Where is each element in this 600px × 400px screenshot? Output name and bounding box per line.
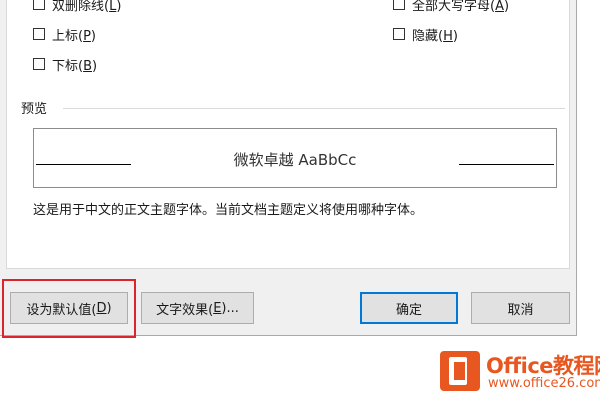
office-logo-icon bbox=[440, 351, 480, 391]
all-caps-option[interactable]: 全部大写字母(A) bbox=[393, 0, 509, 14]
font-dialog-content: 双删除线(L) 上标(P) 下标(B) 全部大写字母(A) 隐藏(H) 预览 微… bbox=[6, 0, 570, 269]
preview-description: 这是用于中文的正文主题字体。当前文档主题定义将使用哪种字体。 bbox=[33, 203, 424, 218]
preview-section-divider bbox=[63, 108, 565, 109]
all-caps-label: 全部大写字母(A) bbox=[412, 0, 510, 14]
all-caps-checkbox[interactable] bbox=[393, 0, 405, 10]
subscript-label: 下标(B) bbox=[52, 58, 98, 74]
preview-sample-text: 微软卓越 AaBbCc bbox=[233, 151, 357, 169]
double-strikethrough-option[interactable]: 双删除线(L) bbox=[33, 0, 121, 14]
subscript-checkbox[interactable] bbox=[33, 58, 45, 70]
font-preview-box: 微软卓越 AaBbCc bbox=[33, 128, 557, 188]
hidden-label: 隐藏(H) bbox=[412, 28, 458, 44]
double-strikethrough-label: 双删除线(L) bbox=[52, 0, 122, 14]
superscript-checkbox[interactable] bbox=[33, 28, 45, 40]
set-default-button[interactable]: 设为默认值(D) bbox=[10, 292, 128, 324]
cancel-button[interactable]: 取消 bbox=[471, 292, 570, 324]
preview-baseline-right bbox=[459, 164, 554, 165]
watermark-url: www.office26.com bbox=[488, 376, 600, 391]
superscript-option[interactable]: 上标(P) bbox=[33, 24, 96, 44]
hidden-option[interactable]: 隐藏(H) bbox=[393, 24, 458, 44]
superscript-label: 上标(P) bbox=[52, 28, 96, 44]
hidden-checkbox[interactable] bbox=[393, 28, 405, 40]
subscript-option[interactable]: 下标(B) bbox=[33, 54, 97, 74]
ok-button[interactable]: 确定 bbox=[360, 292, 458, 324]
double-strikethrough-checkbox[interactable] bbox=[33, 0, 45, 10]
preview-section-title: 预览 bbox=[21, 102, 48, 117]
site-watermark: Office教程网 www.office26.com bbox=[438, 349, 600, 397]
text-effects-button[interactable]: 文字效果(E)... bbox=[141, 292, 254, 324]
font-dialog: 双删除线(L) 上标(P) 下标(B) 全部大写字母(A) 隐藏(H) 预览 微… bbox=[0, 0, 577, 336]
